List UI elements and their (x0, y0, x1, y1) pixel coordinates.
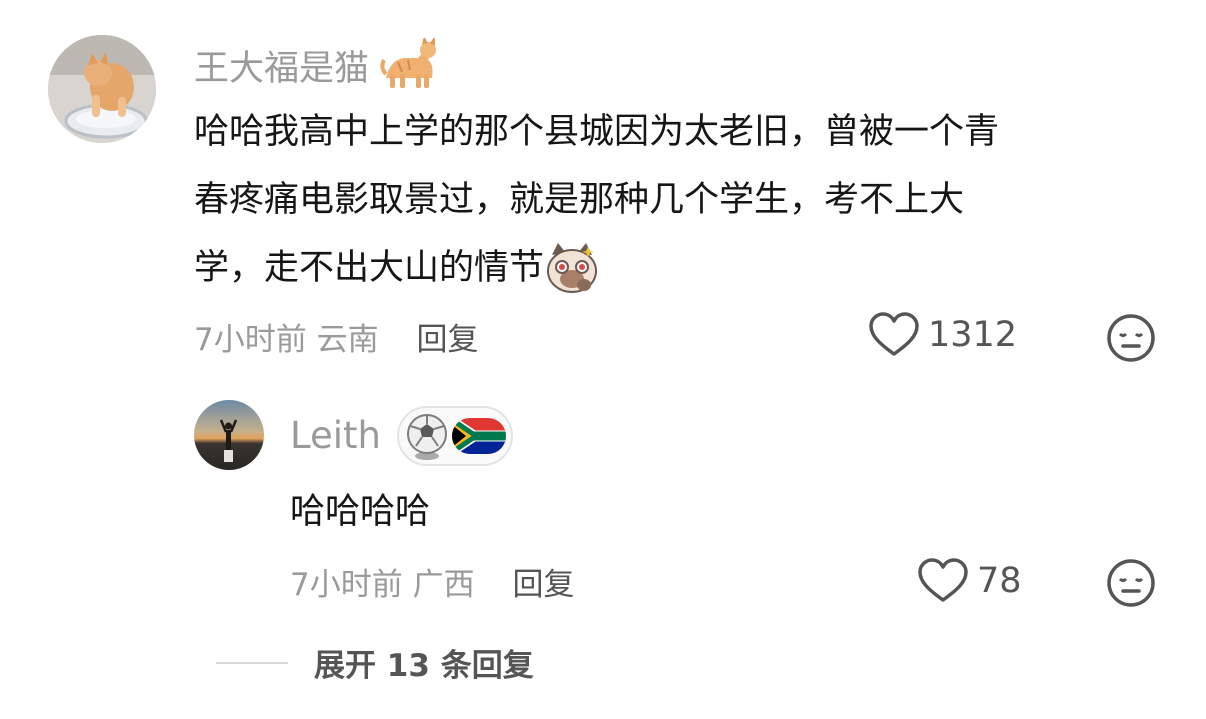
comment-text-line: 春疼痛电影取景过，就是那种几个学生，考不上大 (194, 180, 965, 220)
reply-text: 哈哈哈哈 (290, 492, 431, 532)
comment-location: 云南 (316, 322, 379, 358)
heart-icon (868, 312, 920, 358)
cat-emoji-icon (380, 36, 438, 89)
reply-like-count: 78 (977, 561, 1022, 601)
heart-icon (917, 558, 969, 604)
reply-username[interactable]: Leith (290, 406, 513, 466)
reply-like-button[interactable]: 78 (917, 558, 1022, 604)
username-text: 王大福是猫 (194, 49, 370, 89)
comment-meta: 7小时前 云南 回复 (194, 314, 478, 359)
comment-like-button[interactable]: 1312 (868, 312, 1017, 358)
reply-meta: 7小时前 广西 回复 (290, 559, 574, 604)
reply-reply-button[interactable]: 回复 (512, 567, 574, 603)
comment-dislike-button[interactable] (1106, 313, 1156, 363)
comment-reply-button[interactable]: 回复 (416, 322, 478, 358)
comment-username[interactable]: 王大福是猫 (194, 36, 438, 95)
comment-text-line: 学，走不出大山的情节 (194, 234, 1174, 302)
divider-line (216, 661, 288, 664)
reply-avatar[interactable] (194, 400, 264, 470)
meh-face-icon (1106, 313, 1156, 363)
comment-text-line: 哈哈我高中上学的那个县城因为太老旧，曾被一个青 (194, 112, 1000, 152)
expand-replies-label: 展开 13 条回复 (314, 648, 534, 684)
person-photo-icon (194, 400, 264, 470)
comment-time: 7小时前 (194, 322, 307, 358)
cat-sticker-icon (544, 241, 600, 295)
comment-text: 哈哈我高中上学的那个县城因为太老旧，曾被一个青 春疼痛电影取景过，就是那种几个学… (194, 98, 1174, 302)
cat-photo-icon (48, 35, 156, 143)
comment-like-count: 1312 (928, 315, 1018, 355)
username-text: Leith (290, 414, 381, 457)
comment-avatar[interactable] (48, 35, 156, 143)
south-africa-flag-icon (451, 416, 507, 456)
reply-dislike-button[interactable] (1106, 558, 1156, 608)
expand-replies-button[interactable]: 展开 13 条回复 (216, 640, 534, 685)
meh-face-icon (1106, 558, 1156, 608)
reply-time: 7小时前 (290, 567, 403, 603)
reply-location: 广西 (412, 567, 475, 603)
user-badges (396, 406, 513, 466)
soccer-ball-icon (403, 410, 451, 462)
